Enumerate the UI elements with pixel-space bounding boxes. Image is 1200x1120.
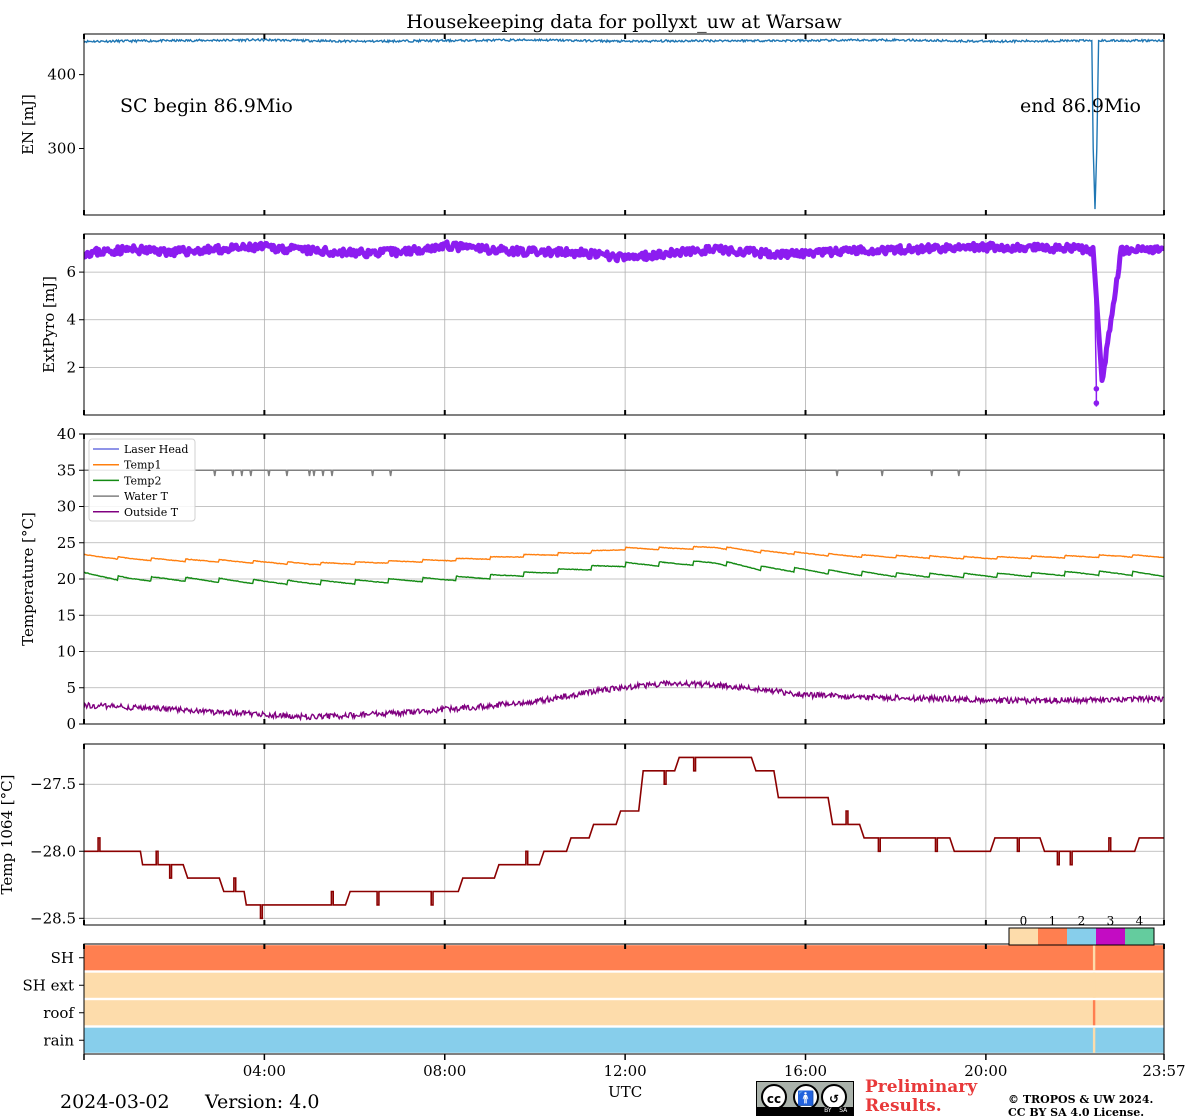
temperature-ytick-label-2: 10 <box>57 643 76 661</box>
colorbar-cell-2 <box>1067 928 1096 945</box>
extpyro-series-line <box>84 239 1164 383</box>
x-tick-label-1: 08:00 <box>423 1062 466 1080</box>
colorbar-cell-1 <box>1038 928 1067 945</box>
energy-panel: 300 400 EN [mJ] SC begin 86.9Mio end 86.9Mio <box>19 33 1165 216</box>
temperature-ytick-label-3: 15 <box>57 606 76 624</box>
legend-label-outside-t: Outside T <box>124 506 179 519</box>
figure-title: Housekeeping data for pollyxt_uw at Wars… <box>406 11 842 33</box>
status-event-rain <box>1092 1027 1096 1053</box>
preliminary-line2: Results. <box>865 1096 942 1116</box>
status-row-roof <box>84 1000 1164 1026</box>
status-event-sh-ext <box>1092 972 1096 998</box>
x-axis-label: UTC <box>608 1083 642 1101</box>
energy-ylabel: EN [mJ] <box>19 94 37 155</box>
status-row-label-sh-ext: SH ext <box>23 976 75 994</box>
temperature-ytick-label-6: 30 <box>57 498 76 516</box>
cc-by-sa-badge: cc 🚹 ↺ BY SA <box>756 1081 854 1116</box>
status-row-rain <box>84 1027 1164 1053</box>
temperature-ytick-label-1: 5 <box>66 679 76 697</box>
colorbar-tick-3: 3 <box>1107 914 1115 928</box>
temp1064-series-line <box>84 756 1164 920</box>
extpyro-drop-point-1 <box>1093 386 1100 392</box>
status-event-roof <box>1092 1000 1096 1026</box>
temperature-ytick-label-8: 40 <box>57 425 76 443</box>
legend-label-temp1: Temp1 <box>124 459 161 472</box>
colorbar-tick-2: 2 <box>1078 914 1086 928</box>
extpyro-ytick-label-0: 2 <box>66 358 76 376</box>
temperature-ytick-label-0: 0 <box>66 715 76 733</box>
legend-label-temp2: Temp2 <box>124 474 161 487</box>
status-event-sh <box>1092 945 1096 971</box>
status-row-label-roof: roof <box>43 1004 75 1022</box>
temp1064-panel: −28.5 −28.0 −27.5 Temp 1064 [°C] <box>0 743 1165 927</box>
temp1064-ylabel: Temp 1064 [°C] <box>0 775 16 895</box>
copyright-line1: © TROPOS & UW 2024. <box>1008 1093 1154 1106</box>
extpyro-drop-point-2 <box>1093 400 1100 406</box>
colorbar-cell-4 <box>1125 928 1154 945</box>
status-row-label-rain: rain <box>43 1031 74 1049</box>
status-panel: SHSH extroofrain04:00 08:00 12:00 16:00 20:0… <box>23 914 1186 1101</box>
x-tick-label-3: 16:00 <box>784 1062 827 1080</box>
temp1064-ytick-label-0: −28.5 <box>30 909 76 927</box>
temp1064-frame <box>83 743 1165 926</box>
temperature-series-temp1 <box>84 545 1164 566</box>
colorbar-tick-1: 1 <box>1049 914 1057 928</box>
temperature-series-water-t <box>84 469 1164 477</box>
cc-sa-text: SA <box>839 1107 848 1114</box>
extpyro-ytick-label-2: 6 <box>66 263 76 281</box>
energy-ytick-label-1: 400 <box>47 66 76 84</box>
figure: Housekeeping data for pollyxt_uw at Wars… <box>0 11 1186 1101</box>
preliminary-label: Preliminary Results. <box>865 1078 977 1116</box>
legend-label-laser-head: Laser Head <box>124 443 188 456</box>
energy-annotation-end: end 86.9Mio <box>1020 95 1141 117</box>
preliminary-line1: Preliminary <box>865 1077 978 1097</box>
date-label: 2024-03-02 <box>60 1091 170 1113</box>
colorbar-tick-0: 0 <box>1020 914 1028 928</box>
cc-strip: BY SA <box>757 1107 853 1115</box>
extpyro-ylabel: ExtPyro [mJ] <box>40 276 58 373</box>
extpyro-panel: 2 4 6 ExtPyro [mJ] <box>40 233 1165 416</box>
x-tick-label-5: 23:57 <box>1142 1062 1185 1080</box>
cc-by-text: BY <box>824 1107 832 1114</box>
temperature-ytick-label-5: 25 <box>57 534 76 552</box>
colorbar-tick-4: 4 <box>1136 914 1144 928</box>
x-tick-label-2: 12:00 <box>604 1062 647 1080</box>
temperature-series-temp2 <box>84 560 1164 586</box>
copyright-label: © TROPOS & UW 2024. CC BY SA 4.0 License… <box>1008 1093 1153 1119</box>
copyright-line2: CC BY SA 4.0 License. <box>1008 1106 1145 1119</box>
extpyro-ytick-label-1: 4 <box>66 311 76 329</box>
version-label: Version: 4.0 <box>205 1091 320 1113</box>
temperature-series-outside-t <box>84 678 1164 722</box>
energy-annotation-begin: SC begin 86.9Mio <box>120 95 293 117</box>
energy-series-line <box>84 37 1164 210</box>
energy-frame <box>83 33 1165 216</box>
temp1064-ytick-label-1: −28.0 <box>30 842 76 860</box>
status-row-sh <box>84 945 1164 971</box>
status-row-sh-ext <box>84 972 1164 998</box>
temp1064-ytick-label-2: −27.5 <box>30 775 76 793</box>
status-row-label-sh: SH <box>51 949 74 967</box>
temperature-legend: Laser Head Temp1 Temp2 Water T Outside T <box>88 438 196 522</box>
legend-label-water-t: Water T <box>124 490 169 503</box>
colorbar-cell-0 <box>1009 928 1038 945</box>
energy-ytick-label-0: 300 <box>47 140 76 158</box>
temperature-ytick-label-4: 20 <box>57 570 76 588</box>
x-tick-label-0: 04:00 <box>243 1062 286 1080</box>
colorbar-cell-3 <box>1096 928 1125 945</box>
temperature-ylabel: Temperature [°C] <box>19 512 37 646</box>
temperature-ytick-label-7: 35 <box>57 461 76 479</box>
temperature-panel: 0 5 10 15 20 25 30 35 40 Temperature [°C] Laser He… <box>19 425 1165 733</box>
